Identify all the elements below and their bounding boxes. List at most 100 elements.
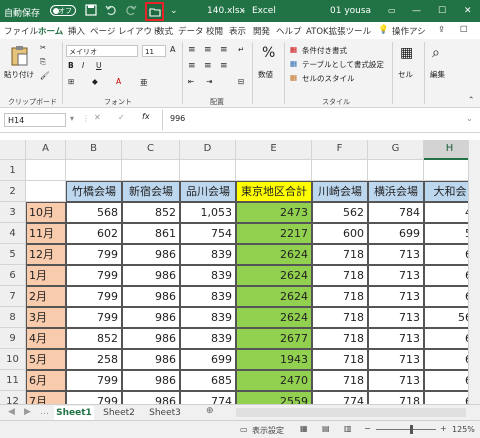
collapse-ribbon-icon[interactable]: ⌃ [468,95,474,104]
cell-c9[interactable]: 986 [122,328,180,349]
column-header-f[interactable]: F [312,140,368,160]
zoom-in-icon[interactable]: + [440,424,447,433]
row-header-4[interactable]: 4 [0,223,26,244]
cell-d3[interactable]: 1,053 [180,202,236,223]
cell-b11[interactable]: 799 [66,370,122,391]
number-format-button[interactable]: 数値 [258,69,273,80]
row-header-10[interactable]: 10 [0,349,26,370]
normal-view-icon[interactable]: ▦ [300,424,308,433]
name-box[interactable]: H14 [4,113,66,127]
cell-d9[interactable]: 839 [180,328,236,349]
cell-f3[interactable]: 562 [312,202,368,223]
conditional-format-icon[interactable]: ▦ [290,45,297,54]
cell-f12[interactable]: 774 [312,391,368,404]
cell-b6[interactable]: 799 [66,265,122,286]
font-name-select[interactable]: メイリオ [66,45,138,57]
ribbon-display-icon[interactable]: ▭ [388,6,396,15]
row-header-1[interactable]: 1 [0,160,26,181]
cell-style-icon[interactable]: ▦ [290,73,297,82]
fill-color-icon[interactable]: ◆ [92,77,98,86]
paste-button[interactable]: 貼り付け [4,69,34,80]
enter-icon[interactable]: ✓ [118,113,125,122]
row-header-12[interactable]: 12 [0,391,26,404]
cell-d11[interactable]: 685 [180,370,236,391]
tab-home[interactable]: ホーム [38,25,63,37]
minimize-icon[interactable]: — [412,6,421,16]
cell-d12[interactable]: 774 [180,391,236,404]
cell-e2[interactable]: 東京地区合計 [236,181,312,202]
cell-f5[interactable]: 718 [312,244,368,265]
cell-g12[interactable]: 718 [368,391,424,404]
align-left-icon[interactable]: ≡ [188,61,196,71]
share-icon[interactable]: ⇪ [438,25,445,35]
cell-c8[interactable]: 986 [122,307,180,328]
zoom-level[interactable]: 125% [452,425,475,434]
select-all-corner[interactable] [0,140,26,160]
cell-e11[interactable]: 2470 [236,370,312,391]
cell-g2[interactable]: 横浜会場 [368,181,424,202]
cell-b7[interactable]: 799 [66,286,122,307]
align-middle-icon[interactable]: ≡ [204,45,212,55]
cell-h2[interactable]: 大和会 [424,181,468,202]
cell-g11[interactable]: 713 [368,370,424,391]
cell-style-button[interactable]: セルのスタイル [302,73,355,84]
row-header-7[interactable]: 7 [0,286,26,307]
tab-view[interactable]: 表示 [229,25,246,37]
cell-a8[interactable]: 3月 [26,307,66,328]
undo-icon[interactable] [104,3,118,17]
cell-e3[interactable]: 2473 [236,202,312,223]
formula-input[interactable]: 996 [170,114,185,123]
tab-page-layout[interactable]: ページ レイアウト [90,25,161,37]
cell-b3[interactable]: 568 [66,202,122,223]
cell-g7[interactable]: 713 [368,286,424,307]
cell-b10[interactable]: 258 [66,349,122,370]
font-grow-icon[interactable]: A [170,45,175,54]
cell-h7[interactable]: 6 [424,286,468,307]
cell-h8[interactable]: 56 [424,307,468,328]
cell-g8[interactable]: 713 [368,307,424,328]
cell-h6[interactable]: 6 [424,265,468,286]
insert-function-button[interactable]: fx [142,112,150,121]
display-settings-button[interactable]: 表示設定 [252,425,284,436]
page-break-view-icon[interactable]: ▥ [344,424,352,433]
cell-f6[interactable]: 718 [312,265,368,286]
row-header-11[interactable]: 11 [0,370,26,391]
redo-icon[interactable] [124,3,138,17]
cells-button[interactable]: セル [398,69,413,80]
cell-d6[interactable]: 839 [180,265,236,286]
cell-b12[interactable]: 799 [66,391,122,404]
tab-file[interactable]: ファイル [4,25,38,37]
cell-a1[interactable] [26,160,66,181]
zoom-slider[interactable] [376,429,436,430]
autosave-toggle[interactable]: オフ [50,5,76,16]
cell-f1[interactable] [312,160,368,181]
cell-g6[interactable]: 713 [368,265,424,286]
cell-b4[interactable]: 602 [66,223,122,244]
borders-icon[interactable]: ⊞ [68,77,74,86]
italic-button[interactable]: I [82,61,84,70]
cell-f10[interactable]: 718 [312,349,368,370]
cell-h11[interactable]: 6 [424,370,468,391]
percent-icon[interactable]: % [262,45,275,61]
cell-e12[interactable]: 2559 [236,391,312,404]
column-header-a[interactable]: A [26,140,66,160]
cell-h12[interactable]: 6 [424,391,468,404]
display-settings-icon[interactable]: ▭ [240,425,248,434]
cell-c3[interactable]: 852 [122,202,180,223]
table-format-icon[interactable]: ▦ [290,59,297,68]
format-painter-icon[interactable]: 🖌 [40,71,50,80]
cell-d7[interactable]: 839 [180,286,236,307]
row-header-3[interactable]: 3 [0,202,26,223]
cell-f7[interactable]: 718 [312,286,368,307]
cell-c6[interactable]: 986 [122,265,180,286]
cell-a2[interactable] [26,181,66,202]
merge-icon[interactable]: ⊟ [238,77,244,86]
wrap-text-icon[interactable]: ↵ [238,45,244,54]
tab-developer[interactable]: 開発 [253,25,270,37]
cell-a4[interactable]: 11月 [26,223,66,244]
table-format-button[interactable]: テーブルとして書式設定 [302,59,384,70]
comments-icon[interactable]: ☐ [460,25,468,35]
open-folder-button[interactable] [145,2,164,21]
phonetic-icon[interactable]: 亜 [140,77,148,88]
tab-review[interactable]: 校閲 [206,25,223,37]
